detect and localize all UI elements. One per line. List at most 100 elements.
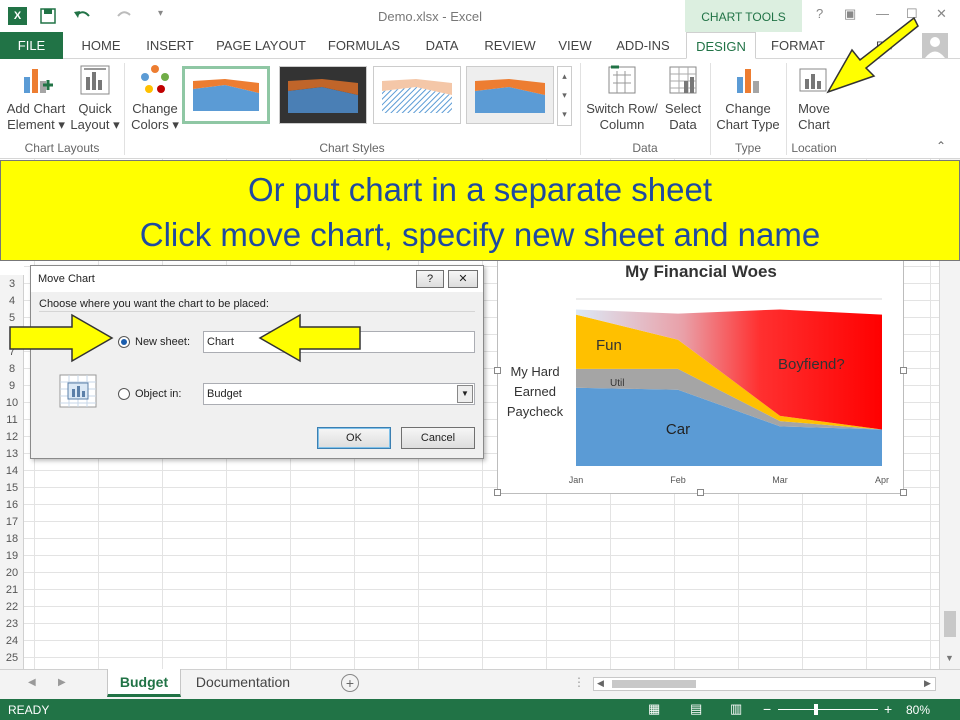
tab-review[interactable]: REVIEW [478, 32, 542, 59]
chart-style-thumbnail[interactable] [373, 66, 461, 124]
group-data: Data [632, 141, 658, 155]
instruction-banner: Or put chart in a separate sheet Click m… [0, 160, 960, 261]
chart-style-thumbnail[interactable] [279, 66, 367, 124]
undo-icon[interactable] [73, 8, 91, 24]
avatar[interactable] [922, 33, 948, 58]
tab-formulas[interactable]: FORMULAS [322, 32, 406, 59]
resize-handle[interactable] [697, 489, 704, 496]
chart-container[interactable]: My Financial Woes Jan Feb Mar Apr My Hard E… [494, 250, 907, 496]
title-bar: X ▾ Demo.xlsx - Excel CHART TOOLS ? ▣ — … [0, 0, 960, 32]
sheet-tab-documentation[interactable]: Documentation [186, 674, 300, 690]
x-tick-label: Feb [670, 475, 686, 485]
row-header[interactable]: 4 [0, 295, 24, 307]
object-in-label: Object in: [135, 388, 182, 400]
scroll-down-icon[interactable]: ▼ [945, 653, 954, 663]
chart-style-thumbnail[interactable] [182, 66, 270, 124]
chart-style-thumbnail[interactable] [466, 66, 554, 124]
zoom-out-icon[interactable]: − [763, 701, 771, 717]
row-header[interactable]: 24 [0, 635, 24, 647]
scroll-right-icon[interactable]: ▶ [924, 678, 931, 689]
chart-styles-scroll[interactable]: ▴ ▾ ▾ [557, 66, 572, 126]
redo-icon[interactable] [116, 8, 134, 24]
sheet-tab-budget[interactable]: Budget [107, 669, 181, 697]
resize-handle[interactable] [494, 489, 501, 496]
tab-page-layout[interactable]: PAGE LAYOUT [212, 32, 310, 59]
row-header[interactable]: 13 [0, 448, 24, 460]
switch-row-column-button[interactable]: Switch Row/ Column [584, 63, 660, 133]
series-label-boyfriend: Boyfiend? [778, 356, 845, 373]
cancel-button[interactable]: Cancel [401, 427, 475, 449]
row-header[interactable]: 18 [0, 533, 24, 545]
series-label-util: Util [610, 378, 624, 389]
row-header[interactable]: 25 [0, 652, 24, 664]
tab-view[interactable]: VIEW [552, 32, 598, 59]
chart-title: My Financial Woes [625, 262, 777, 281]
row-header[interactable]: 3 [0, 278, 24, 290]
row-header[interactable]: 20 [0, 567, 24, 579]
new-sheet-icon[interactable]: + [341, 674, 359, 692]
object-in-radio[interactable] [118, 388, 130, 400]
page-break-view-icon[interactable]: ▥ [730, 701, 742, 717]
object-in-select[interactable]: Budget ▼ [203, 383, 475, 405]
resize-handle[interactable] [900, 367, 907, 374]
collapse-ribbon-icon[interactable]: ⌃ [936, 139, 946, 153]
close-icon[interactable]: ✕ [936, 6, 947, 22]
y-axis-label: Paycheck [507, 404, 564, 419]
switch-row-column-icon [608, 65, 636, 94]
row-header[interactable]: 21 [0, 584, 24, 596]
row-header[interactable]: 12 [0, 431, 24, 443]
resize-handle[interactable] [494, 367, 501, 374]
banner-line-1: Or put chart in a separate sheet [247, 171, 713, 208]
tab-file[interactable]: FILE [0, 32, 63, 59]
row-header[interactable]: 23 [0, 618, 24, 630]
row-header[interactable]: 14 [0, 465, 24, 477]
row-header[interactable]: 9 [0, 380, 24, 392]
dropdown-arrow-icon[interactable]: ▼ [457, 385, 473, 403]
row-header[interactable]: 19 [0, 550, 24, 562]
tab-insert[interactable]: INSERT [140, 32, 200, 59]
row-header[interactable]: 11 [0, 414, 24, 426]
dialog-help-button[interactable]: ? [416, 270, 444, 288]
horizontal-scrollbar[interactable]: ◀ ▶ [593, 677, 936, 691]
scroll-tabs-left-icon[interactable]: ◀ [28, 677, 36, 688]
new-sheet-radio[interactable] [118, 336, 130, 348]
annotation-arrow-icon [826, 16, 919, 94]
add-chart-element-button[interactable]: Add Chart Element ▾ [4, 63, 68, 133]
save-icon[interactable] [40, 8, 56, 24]
customize-toolbar-icon[interactable]: ▾ [158, 8, 163, 19]
tab-add-ins[interactable]: ADD-INS [608, 32, 678, 59]
scroll-left-icon[interactable]: ◀ [597, 678, 604, 689]
split-handle-icon[interactable]: ⋮ [573, 675, 585, 689]
tab-home[interactable]: HOME [70, 32, 132, 59]
tab-design[interactable]: DESIGN [686, 32, 756, 59]
zoom-in-icon[interactable]: + [884, 701, 892, 717]
row-header[interactable]: 15 [0, 482, 24, 494]
quick-layout-button[interactable]: Quick Layout ▾ [70, 63, 120, 133]
change-chart-type-icon [737, 69, 759, 93]
row-header[interactable]: 8 [0, 363, 24, 375]
dialog-close-button[interactable]: ✕ [448, 270, 478, 288]
status-ready: READY [8, 703, 50, 717]
scrollbar-thumb[interactable] [944, 611, 956, 637]
select-data-button[interactable]: Select Data [660, 63, 706, 133]
row-header[interactable]: 22 [0, 601, 24, 613]
zoom-slider[interactable] [778, 709, 878, 710]
row-header[interactable]: 17 [0, 516, 24, 528]
normal-view-icon[interactable]: ▦ [648, 701, 660, 717]
x-tick-label: Jan [569, 475, 584, 485]
change-chart-type-button[interactable]: Change Chart Type [712, 63, 784, 133]
scrollbar-thumb[interactable] [612, 680, 696, 688]
row-header[interactable]: 10 [0, 397, 24, 409]
ok-button[interactable]: OK [317, 427, 391, 449]
page-layout-view-icon[interactable]: ▤ [690, 701, 702, 717]
resize-handle[interactable] [900, 489, 907, 496]
banner-line-2: Click move chart, specify new sheet and … [139, 216, 821, 253]
zoom-level[interactable]: 80% [906, 703, 930, 717]
quick-layout-icon [80, 65, 110, 95]
add-chart-element-icon [24, 69, 53, 93]
scroll-tabs-right-icon[interactable]: ▶ [58, 677, 66, 688]
tab-data[interactable]: DATA [418, 32, 466, 59]
row-header[interactable]: 16 [0, 499, 24, 511]
zoom-slider-thumb[interactable] [814, 704, 818, 715]
change-colors-button[interactable]: Change Colors ▾ [128, 63, 182, 133]
